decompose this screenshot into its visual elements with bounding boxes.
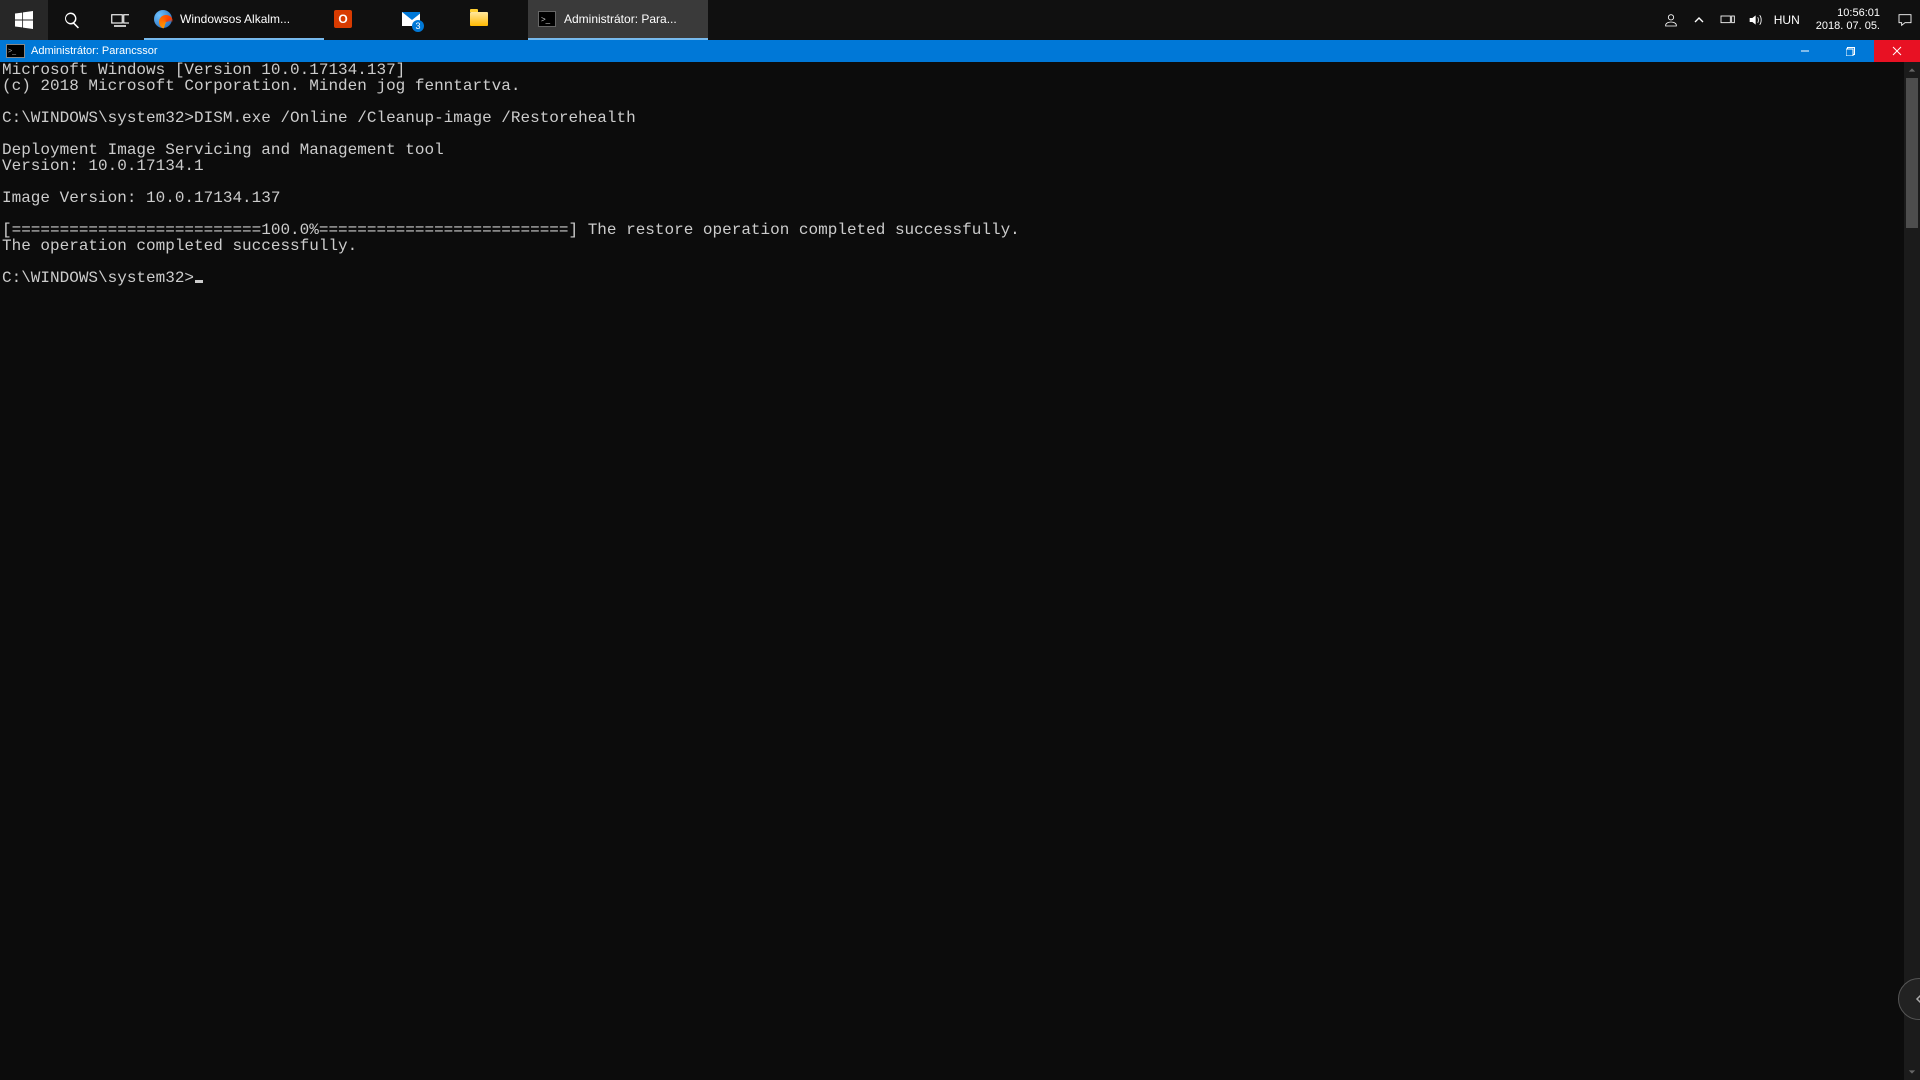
search-icon <box>63 11 81 29</box>
mail-icon: 3 <box>402 10 420 28</box>
terminal-cursor <box>195 280 203 283</box>
tray-clock[interactable]: 10:56:01 2018. 07. 05. <box>1810 7 1886 33</box>
window-controls <box>1782 40 1920 62</box>
task-view-icon <box>111 11 129 29</box>
taskbar-search-button[interactable] <box>48 0 96 40</box>
task-view-button[interactable] <box>96 0 144 40</box>
taskbar-app-file-explorer[interactable] <box>460 0 528 40</box>
taskbar-app-firefox[interactable]: Windowsos Alkalm... <box>144 0 324 40</box>
titlebar[interactable]: >_ Administrátor: Parancssor <box>0 40 1920 62</box>
cmd-window: >_ Administrátor: Parancssor Microsoft W… <box>0 40 1920 1080</box>
action-center-icon[interactable] <box>1896 12 1914 28</box>
taskbar-app-mail[interactable]: 3 <box>392 0 460 40</box>
scrollbar-thumb[interactable] <box>1906 78 1918 228</box>
tray-network-icon[interactable] <box>1718 12 1736 28</box>
tray-chevron-up-icon[interactable] <box>1690 12 1708 28</box>
tray-time: 10:56:01 <box>1837 7 1880 20</box>
terminal-output: Microsoft Windows [Version 10.0.17134.13… <box>0 62 1904 286</box>
cmd-icon: >_ <box>538 10 556 28</box>
firefox-icon <box>154 10 172 28</box>
vertical-scrollbar[interactable] <box>1904 62 1920 1080</box>
chevron-left-icon <box>1914 994 1920 1004</box>
window-title: Administrátor: Parancssor <box>31 45 158 57</box>
system-tray: HUN 10:56:01 2018. 07. 05. <box>1656 0 1920 40</box>
windows-logo-icon <box>15 11 33 29</box>
terminal-viewport[interactable]: Microsoft Windows [Version 10.0.17134.13… <box>0 62 1904 1080</box>
titlebar-cmd-icon: >_ <box>6 44 25 58</box>
taskbar-app-cmd[interactable]: >_ Administrátor: Para... <box>528 0 708 40</box>
scrollbar-up-arrow-icon[interactable] <box>1904 62 1920 78</box>
maximize-button[interactable] <box>1828 40 1874 62</box>
start-button[interactable] <box>0 0 48 40</box>
taskbar-app-firefox-label: Windowsos Alkalm... <box>180 12 290 26</box>
people-icon[interactable] <box>1662 12 1680 28</box>
close-button[interactable] <box>1874 40 1920 62</box>
office-icon: O <box>334 10 352 28</box>
mail-badge: 3 <box>412 20 424 32</box>
taskbar: Windowsos Alkalm... O 3 >_ Administrátor… <box>0 0 1920 40</box>
folder-icon <box>470 10 488 28</box>
tray-date: 2018. 07. 05. <box>1816 20 1880 33</box>
taskbar-app-office[interactable]: O <box>324 0 392 40</box>
tray-language[interactable]: HUN <box>1774 13 1800 27</box>
scrollbar-down-arrow-icon[interactable] <box>1904 1064 1920 1080</box>
taskbar-app-cmd-label: Administrátor: Para... <box>564 12 677 26</box>
minimize-button[interactable] <box>1782 40 1828 62</box>
tray-volume-icon[interactable] <box>1746 12 1764 28</box>
